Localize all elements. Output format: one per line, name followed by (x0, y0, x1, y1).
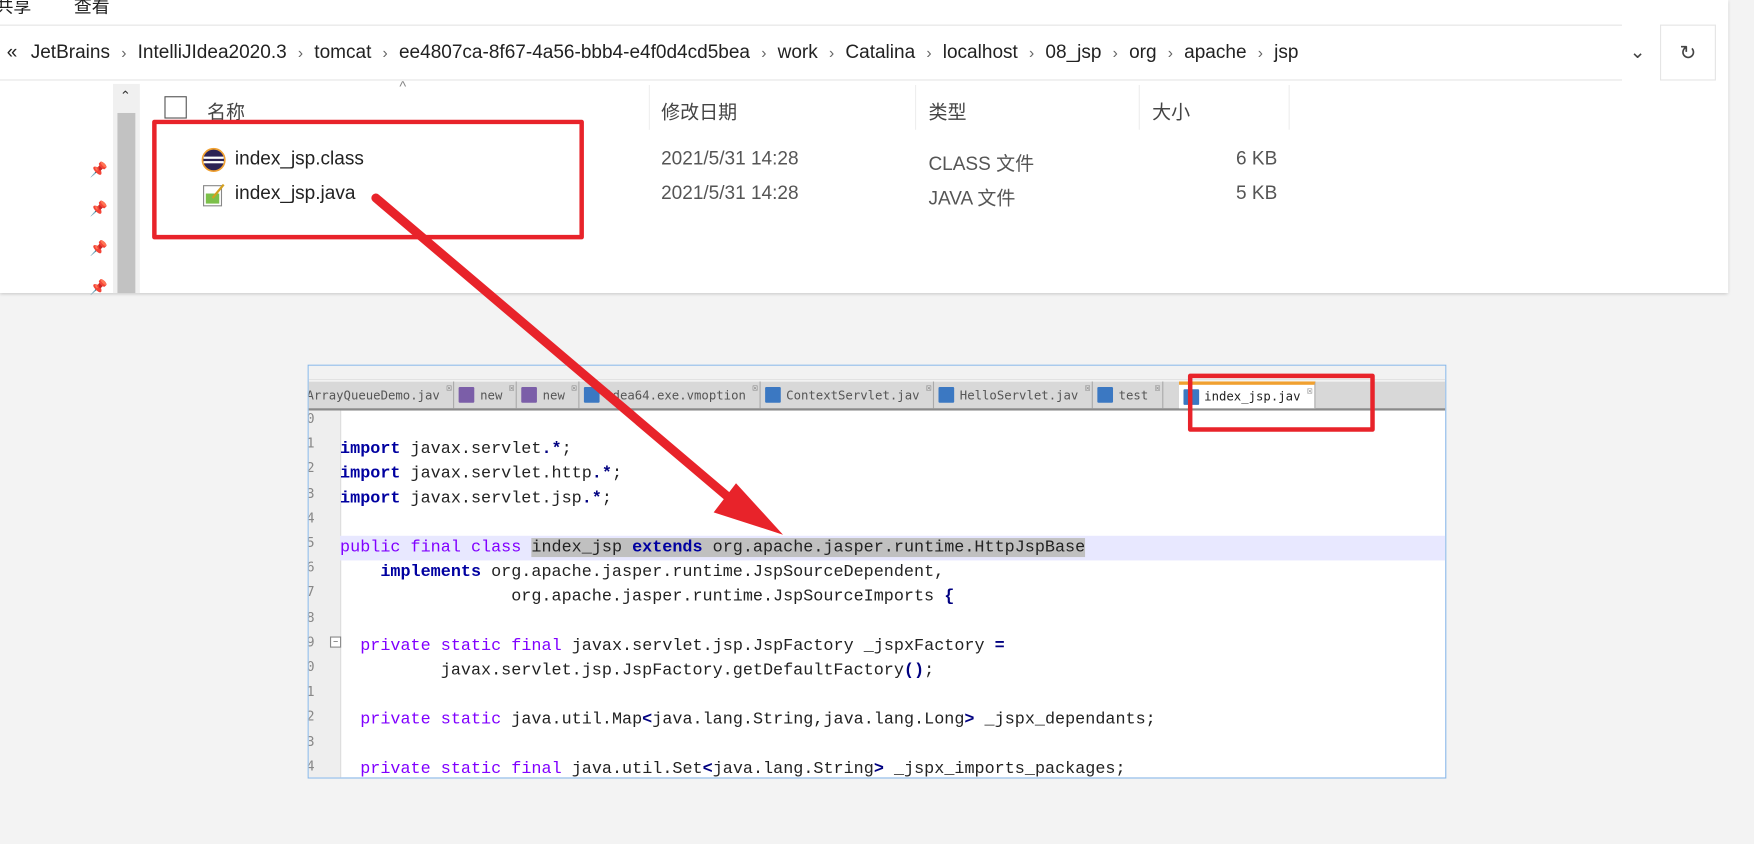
breadcrumb-separator-icon[interactable]: › (383, 44, 388, 62)
line-number: 2 (309, 460, 315, 476)
pin-icon: 📌 (89, 239, 108, 257)
editor-tab[interactable]: test ☒ (1093, 381, 1163, 409)
sort-ascending-icon: ^ (399, 78, 407, 96)
editor-tab[interactable]: idea64.exe.vmoption ☒ (579, 381, 761, 409)
close-tab-icon[interactable]: ☒ (926, 383, 932, 394)
breadcrumb-item[interactable]: 08_jsp (1045, 41, 1101, 63)
close-tab-icon[interactable]: ☒ (1154, 383, 1160, 394)
column-header-type[interactable]: 类型 (928, 96, 966, 124)
breadcrumb-separator-icon[interactable]: › (1029, 44, 1034, 62)
line-number: 7 (309, 584, 315, 600)
code-line: import javax.servlet.http.*; (340, 464, 623, 484)
breadcrumb-item[interactable]: IntelliJIdea2020.3 (138, 41, 287, 63)
breadcrumb-separator-icon[interactable]: › (1258, 44, 1263, 62)
line-number: 0 (309, 659, 315, 675)
breadcrumb-separator-icon[interactable]: › (1168, 44, 1173, 62)
line-number-gutter: −012345678901234 (309, 410, 342, 778)
highlight-box-files (152, 119, 584, 240)
breadcrumb-item[interactable]: ee4807ca-8f67-4a56-bbb4-e4f0d4cd5bea (399, 41, 750, 63)
code-line: public final class index_jsp extends org… (340, 535, 1446, 561)
breadcrumb-separator-icon[interactable]: › (121, 44, 126, 62)
pin-icon: 📌 (89, 278, 108, 296)
line-number: 6 (309, 560, 315, 576)
line-number: 8 (309, 609, 315, 625)
line-number: 4 (309, 758, 315, 774)
code-line: private static final javax.servlet.jsp.J… (360, 636, 1005, 656)
save-state-icon (583, 387, 600, 403)
editor-tab[interactable]: new ☒ (454, 381, 517, 409)
line-number: 0 (309, 411, 315, 427)
line-number: 5 (309, 535, 315, 551)
editor-tab[interactable]: ArrayQueueDemo.jav ☒ (309, 381, 455, 409)
file-explorer-window: 共享 查看 « JetBrains › IntelliJIdea2020.3 › tomc… (0, 0, 1729, 295)
breadcrumb-item[interactable]: Catalina (845, 41, 915, 63)
address-overflow[interactable]: « (7, 41, 18, 63)
chevron-down-icon[interactable]: ⌄ (1617, 34, 1657, 72)
highlight-box-tab (1187, 373, 1375, 432)
column-header-size[interactable]: 大小 (1152, 96, 1190, 124)
breadcrumb-separator-icon[interactable]: › (1113, 44, 1118, 62)
refresh-icon[interactable]: ↻ (1660, 24, 1716, 81)
save-state-icon (938, 387, 955, 403)
column-header-modified[interactable]: 修改日期 (661, 96, 737, 124)
editor-tab[interactable]: new ☒ (517, 381, 580, 409)
code-line: private static final java.util.Set<java.… (360, 759, 1126, 779)
save-state-icon (521, 387, 538, 403)
close-tab-icon[interactable]: ☒ (446, 383, 452, 394)
address-bar[interactable]: « JetBrains › IntelliJIdea2020.3 › tomcat › ee4… (0, 24, 1622, 81)
breadcrumb-item[interactable]: localhost (943, 41, 1018, 63)
line-number: 1 (309, 435, 315, 451)
code-line: org.apache.jasper.runtime.JspSourceImpor… (340, 587, 955, 607)
line-number: 1 (309, 684, 315, 700)
line-number: 4 (309, 510, 315, 526)
line-number: 3 (309, 733, 315, 749)
breadcrumb-separator-icon[interactable]: › (829, 44, 834, 62)
close-tab-icon[interactable]: ☒ (509, 383, 515, 394)
editor-tab[interactable]: ContextServlet.jav ☒ (760, 381, 935, 409)
code-line: implements org.apache.jasper.runtime.Jsp… (380, 562, 945, 582)
select-all-checkbox[interactable] (164, 96, 187, 119)
close-tab-icon[interactable]: ☒ (752, 383, 758, 394)
editor-tab[interactable]: HelloServlet.jav ☒ (934, 381, 1093, 409)
breadcrumb-item[interactable]: JetBrains (31, 41, 110, 63)
breadcrumb-item[interactable]: jsp (1274, 41, 1298, 63)
breadcrumb-separator-icon[interactable]: › (926, 44, 931, 62)
save-state-icon (764, 387, 781, 403)
breadcrumb-separator-icon[interactable]: › (761, 44, 766, 62)
code-line: private static java.util.Map<java.lang.S… (360, 710, 1156, 730)
save-state-icon (458, 387, 475, 403)
close-tab-icon[interactable]: ☒ (571, 383, 577, 394)
breadcrumb-item[interactable]: org (1129, 41, 1156, 63)
close-tab-icon[interactable]: ☒ (1085, 383, 1091, 394)
line-number: 2 (309, 709, 315, 725)
breadcrumb-separator-icon[interactable]: › (298, 44, 303, 62)
breadcrumb-item[interactable]: apache (1184, 41, 1246, 63)
menu-share[interactable]: 共享 (0, 0, 31, 18)
save-state-icon (1097, 387, 1114, 403)
scroll-up-icon[interactable]: ⌃ (120, 88, 131, 104)
code-line: import javax.servlet.*; (340, 439, 572, 459)
line-number: 3 (309, 485, 315, 501)
breadcrumb-item[interactable]: tomcat (314, 41, 371, 63)
code-line: import javax.servlet.jsp.*; (340, 488, 612, 508)
menu-view[interactable]: 查看 (74, 0, 110, 18)
code-area[interactable]: import javax.servlet.*; import javax.serv… (340, 411, 1446, 779)
line-number: 9 (309, 634, 315, 650)
breadcrumb-item[interactable]: work (778, 41, 818, 63)
code-line: javax.servlet.jsp.JspFactory.getDefaultF… (340, 661, 935, 681)
